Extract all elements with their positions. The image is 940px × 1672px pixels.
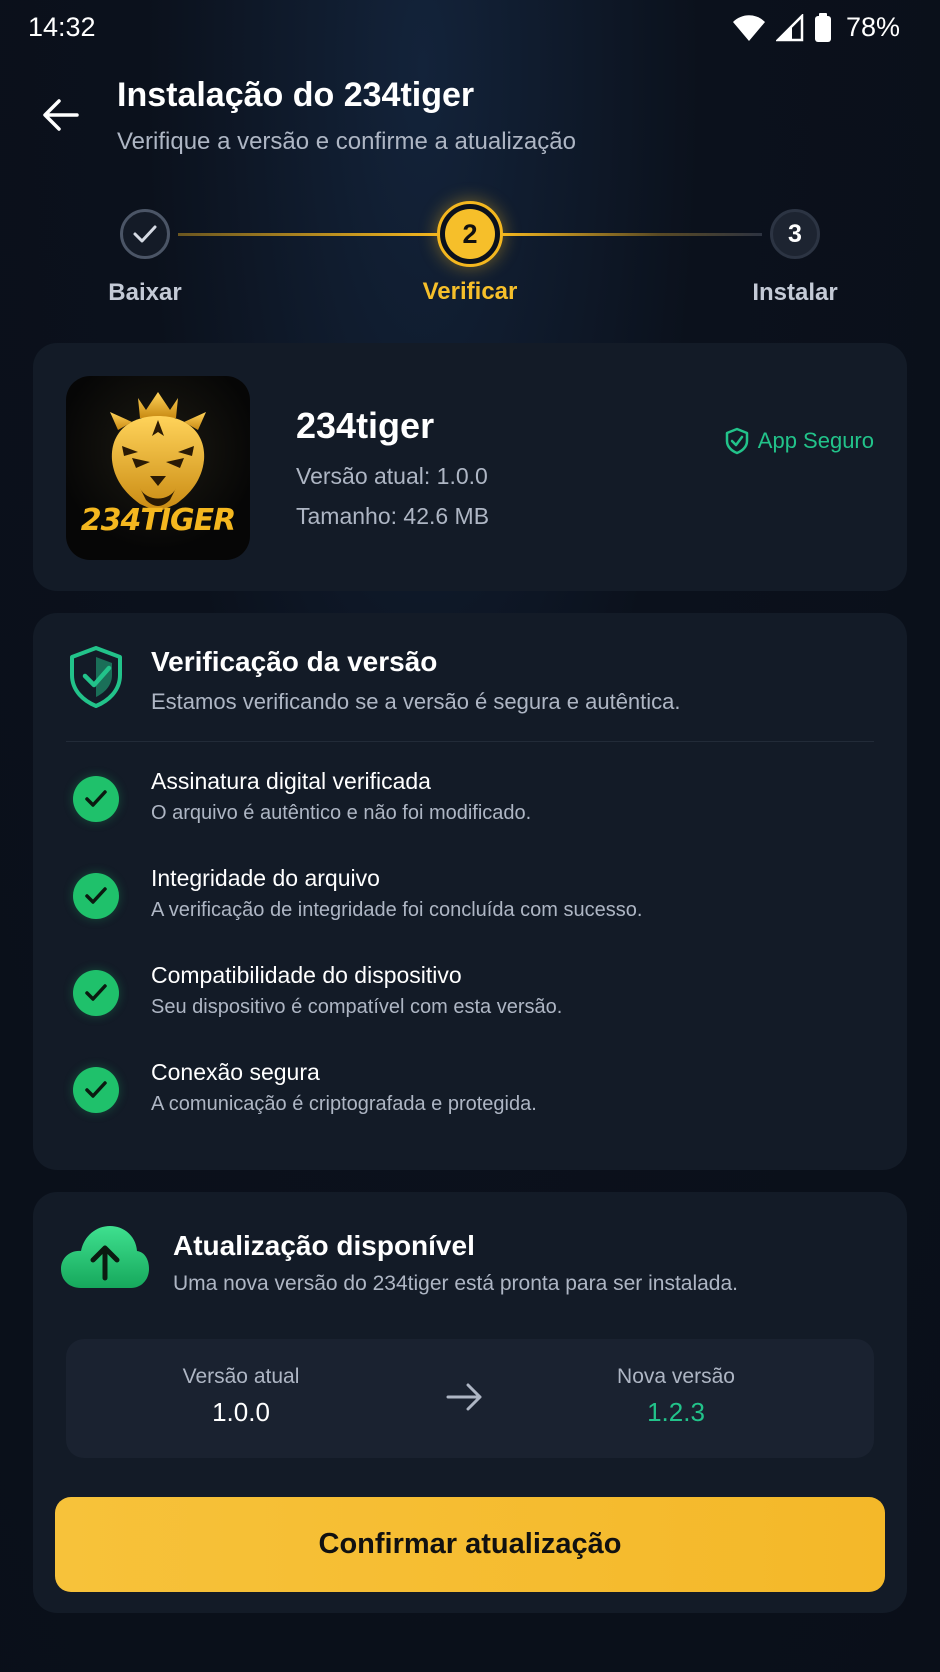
tiger-logo: 234TIGER bbox=[66, 376, 250, 560]
new-version-value: 1.2.3 bbox=[647, 1397, 705, 1427]
wifi-icon bbox=[732, 14, 766, 42]
step-label: Baixar bbox=[108, 279, 182, 306]
new-version-label: Nova versão bbox=[617, 1365, 735, 1388]
status-time: 14:32 bbox=[28, 12, 96, 42]
signal-icon bbox=[775, 13, 804, 42]
app-name: 234tiger bbox=[296, 405, 435, 446]
status-icons: 78% bbox=[732, 12, 900, 43]
step-install: 3 Instalar bbox=[715, 195, 875, 307]
check-item-compatibility: Compatibilidade do dispositivo Seu dispo… bbox=[73, 962, 873, 1032]
confirm-update-button[interactable]: Confirmar atualização bbox=[55, 1497, 885, 1592]
update-available-card: Atualização disponível Uma nova versão d… bbox=[33, 1192, 907, 1613]
new-version-column: Nova versão 1.2.3 bbox=[546, 1365, 806, 1428]
check-item-signature: Assinatura digital verificada O arquivo … bbox=[73, 768, 873, 838]
back-arrow-icon bbox=[43, 99, 79, 131]
page-title: Instalação do 234tiger bbox=[117, 76, 475, 114]
battery-icon bbox=[814, 12, 832, 43]
cloud-upload-icon bbox=[61, 1226, 149, 1288]
check-circle-icon bbox=[73, 776, 119, 822]
shield-check-icon bbox=[725, 427, 749, 455]
app-size: Tamanho: 42.6 MB bbox=[296, 503, 490, 529]
arrow-right-icon bbox=[446, 1383, 482, 1411]
logo-wordmark: 234TIGER bbox=[80, 503, 236, 538]
shield-check-icon bbox=[70, 646, 122, 708]
step-number: 3 bbox=[770, 209, 820, 259]
check-item-title: Integridade do arquivo bbox=[151, 865, 380, 891]
current-version-column: Versão atual 1.0.0 bbox=[111, 1365, 371, 1428]
current-version-label: Versão atual bbox=[182, 1365, 300, 1388]
app-current-version: Versão atual: 1.0.0 bbox=[296, 463, 488, 489]
check-circle-icon bbox=[73, 873, 119, 919]
check-circle-icon bbox=[73, 1067, 119, 1113]
check-item-title: Compatibilidade do dispositivo bbox=[151, 962, 462, 988]
verification-subtitle: Estamos verificando se a versão é segura… bbox=[151, 689, 681, 714]
step-done-circle bbox=[120, 209, 170, 259]
status-bar: 14:32 78% bbox=[0, 0, 940, 56]
current-version-value: 1.0.0 bbox=[212, 1397, 270, 1427]
update-subtitle: Uma nova versão do 234tiger está pronta … bbox=[173, 1272, 739, 1295]
app-info-card: 234TIGER 234tiger Versão atual: 1.0.0 Ta… bbox=[33, 343, 907, 591]
back-button[interactable] bbox=[36, 90, 86, 140]
step-download: Baixar bbox=[65, 195, 225, 307]
step-label: Instalar bbox=[752, 279, 838, 306]
step-active-circle: 2 bbox=[437, 201, 503, 267]
check-item-integrity: Integridade do arquivo A verificação de … bbox=[73, 865, 873, 935]
install-screen: 14:32 78% Instalação do 234tiger Verifiq… bbox=[0, 0, 940, 1672]
verification-title: Verificação da versão bbox=[151, 646, 438, 677]
version-comparison: Versão atual 1.0.0 Nova versão 1.2.3 bbox=[66, 1339, 874, 1458]
progress-stepper: Baixar 2 Verificar 3 Instalar bbox=[0, 195, 940, 307]
update-title: Atualização disponível bbox=[173, 1230, 475, 1261]
check-icon bbox=[133, 225, 157, 243]
step-label: Verificar bbox=[422, 278, 518, 305]
check-item-description: Seu dispositivo é compatível com esta ve… bbox=[151, 996, 563, 1018]
check-item-title: Assinatura digital verificada bbox=[151, 768, 431, 794]
safe-app-badge: App Seguro bbox=[724, 427, 874, 455]
check-circle-icon bbox=[73, 970, 119, 1016]
safe-app-label: App Seguro bbox=[757, 428, 874, 453]
check-item-title: Conexão segura bbox=[151, 1059, 320, 1085]
step-verify: 2 Verificar bbox=[390, 195, 550, 306]
check-item-secure-connection: Conexão segura A comunicação é criptogra… bbox=[73, 1059, 873, 1129]
check-item-description: O arquivo é autêntico e não foi modifica… bbox=[151, 802, 532, 824]
divider bbox=[66, 741, 874, 742]
check-item-description: A verificação de integridade foi concluí… bbox=[151, 899, 643, 921]
check-item-description: A comunicação é criptografada e protegid… bbox=[151, 1093, 537, 1115]
battery-percentage: 78% bbox=[845, 12, 900, 42]
version-verification-card: Verificação da versão Estamos verificand… bbox=[33, 613, 907, 1170]
page-subtitle: Verifique a versão e confirme a atualiza… bbox=[117, 128, 576, 155]
step-number: 2 bbox=[445, 209, 495, 259]
